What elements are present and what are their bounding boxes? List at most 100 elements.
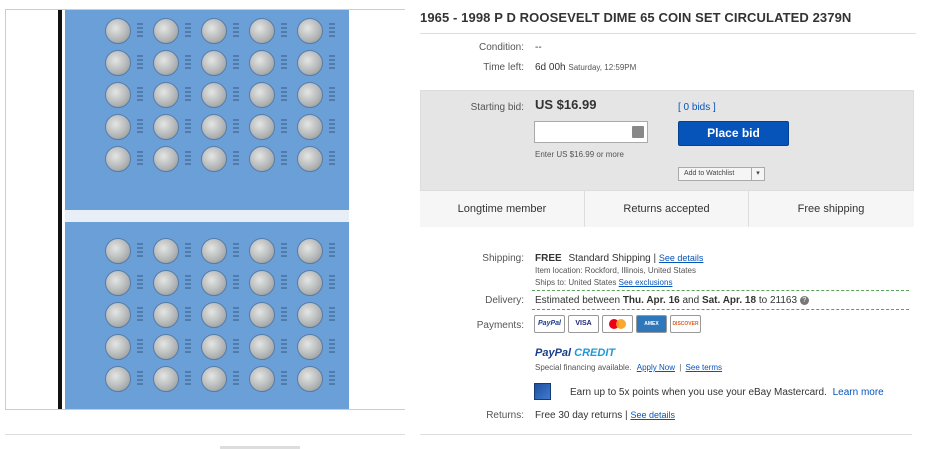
image-white-margin xyxy=(349,10,405,409)
coin-slot-label xyxy=(185,371,191,387)
coin-slot xyxy=(249,114,275,140)
item-location: Item location: Rockford, Illinois, Unite… xyxy=(535,266,696,275)
ships-to-value: United States xyxy=(568,278,617,287)
coin-slot-label xyxy=(233,307,239,323)
help-icon[interactable]: ? xyxy=(799,295,809,305)
coin-slot-label xyxy=(233,243,239,259)
coin-slot-label xyxy=(137,371,143,387)
feature-free-shipping: Free shipping xyxy=(797,203,865,215)
info-bottom-divider xyxy=(420,434,912,435)
coin-slot xyxy=(105,270,131,296)
coin-slot-label xyxy=(281,87,287,103)
feature-longtime-member: Longtime member xyxy=(420,191,585,227)
ships-to-label: Ships to: xyxy=(535,278,567,287)
coin-slot xyxy=(249,270,275,296)
coin-slot xyxy=(153,18,179,44)
keypad-icon xyxy=(632,126,644,138)
learn-more-link[interactable]: Learn more xyxy=(833,387,884,398)
coin-slot-label xyxy=(185,55,191,71)
coin-slot xyxy=(297,334,323,360)
paypal-credit-logo: PayPal CREDIT xyxy=(535,347,615,359)
discover-icon: DISCOVER xyxy=(670,315,701,333)
listing-image-panel[interactable] xyxy=(5,9,405,410)
see-exclusions-link[interactable]: See exclusions xyxy=(619,278,673,287)
coin-slot xyxy=(201,270,227,296)
starting-bid-amount: US $16.99 xyxy=(535,97,597,112)
apply-now-link[interactable]: Apply Now xyxy=(637,363,675,372)
coin-slot-label xyxy=(329,55,335,71)
coin-slot xyxy=(297,114,323,140)
coin-slot xyxy=(249,366,275,392)
coin-slot-label xyxy=(137,275,143,291)
coin-slot-label xyxy=(281,339,287,355)
delivery-top-dash xyxy=(532,290,909,291)
coin-slot-label xyxy=(329,87,335,103)
coin-slot-label xyxy=(137,23,143,39)
coin-slot-label xyxy=(137,243,143,259)
coin-slot-label xyxy=(185,307,191,323)
delivery-and: and xyxy=(679,295,702,306)
coin-slot xyxy=(201,50,227,76)
bid-count-link[interactable]: [ 0 bids ] xyxy=(678,102,716,113)
coin-slot-label xyxy=(233,55,239,71)
coin-slot-label xyxy=(137,151,143,167)
starting-bid-label: Starting bid: xyxy=(470,102,524,113)
time-left-label: Time left: xyxy=(483,62,524,73)
coin-slot-label xyxy=(281,55,287,71)
delivery-zip: to 21163 xyxy=(756,295,798,306)
mastercard-promo-text: Earn up to 5x points when you use your e… xyxy=(570,387,827,398)
time-left-duration: 6d 00h xyxy=(535,62,566,73)
coin-slot-label xyxy=(137,307,143,323)
coin-slot-label xyxy=(185,151,191,167)
coin-slot xyxy=(153,114,179,140)
paypal-icon: PayPal xyxy=(534,315,565,333)
coin-slot-label xyxy=(233,119,239,135)
coin-slot xyxy=(153,270,179,296)
coin-slot xyxy=(249,238,275,264)
returns-details-link[interactable]: See details xyxy=(630,410,675,420)
coin-slot-label xyxy=(185,243,191,259)
coin-slot-label xyxy=(233,151,239,167)
coin-slot xyxy=(105,238,131,264)
coin-slot xyxy=(153,366,179,392)
see-terms-link[interactable]: See terms xyxy=(686,363,722,372)
delivery-label: Delivery: xyxy=(485,295,524,306)
album-page-gap xyxy=(65,210,349,222)
coin-slot-label xyxy=(329,243,335,259)
coin-slot xyxy=(105,366,131,392)
ships-to-line: Ships to: United States See exclusions xyxy=(535,278,672,287)
bid-amount-input[interactable] xyxy=(534,121,648,143)
feature-returns-accepted: Returns accepted xyxy=(585,191,749,227)
shipping-method: Standard Shipping | xyxy=(568,253,657,264)
coin-slot-label xyxy=(281,23,287,39)
chevron-down-icon[interactable]: ▾ xyxy=(751,168,764,180)
coin-slot xyxy=(153,50,179,76)
shipping-details-link[interactable]: See details xyxy=(659,253,704,263)
returns-line: Free 30 day returns | See details xyxy=(535,410,675,421)
coin-slot xyxy=(297,366,323,392)
coin-slot xyxy=(105,146,131,172)
place-bid-button[interactable]: Place bid xyxy=(678,121,789,146)
coin-slot xyxy=(201,334,227,360)
coin-slot-label xyxy=(137,119,143,135)
coin-slot-label xyxy=(329,119,335,135)
coin-slot xyxy=(201,82,227,108)
condition-value: -- xyxy=(535,42,542,53)
paypal-credit-text: Special financing available. xyxy=(535,363,632,372)
payments-label: Payments: xyxy=(476,320,524,331)
coin-album-image[interactable] xyxy=(65,10,349,409)
coin-slot xyxy=(201,366,227,392)
coin-slot xyxy=(297,302,323,328)
coin-slot xyxy=(153,82,179,108)
time-left-value: 6d 00h Saturday, 12:59PM xyxy=(535,62,636,73)
delivery-bottom-dash xyxy=(532,309,909,310)
add-to-watchlist-button[interactable]: Add to Watchlist ▾ xyxy=(678,167,765,181)
coin-slot-label xyxy=(137,55,143,71)
visa-icon: VISA xyxy=(568,315,599,333)
delivery-estimate: Estimated between Thu. Apr. 16 and Sat. … xyxy=(535,295,809,306)
coin-slot-label xyxy=(329,275,335,291)
coin-slot-label xyxy=(281,119,287,135)
coin-slot xyxy=(297,270,323,296)
mastercard-icon xyxy=(602,315,633,333)
shipping-label: Shipping: xyxy=(482,253,524,264)
